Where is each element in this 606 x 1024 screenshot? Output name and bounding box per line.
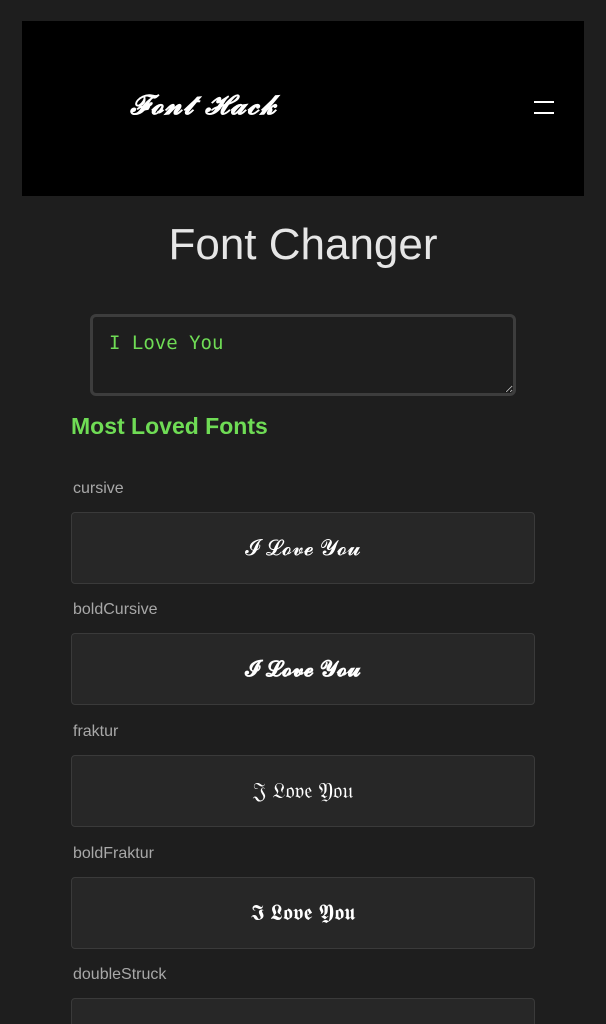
font-card-fraktur[interactable]: 𝔍 𝔏𝔬𝔳𝔢 𝔜𝔬𝔲 (71, 755, 535, 827)
site-header: 𝓕𝓸𝓷𝓽 𝓗𝓪𝓬𝓴 (22, 21, 584, 196)
hamburger-menu-icon[interactable] (534, 99, 556, 117)
font-card-bold-cursive[interactable]: 𝓘 𝓛𝓸𝓿𝓮 𝓨𝓸𝓾 (71, 633, 535, 705)
font-label: cursive (73, 480, 124, 497)
menu-bar-top (534, 101, 554, 103)
font-label: fraktur (73, 723, 119, 740)
page: 𝓕𝓸𝓷𝓽 𝓗𝓪𝓬𝓴 Font Changer I Love You Most L… (0, 0, 606, 1024)
font-item-cursive: cursive 𝓘 𝓛𝓸𝓿𝓮 𝓨𝓸𝓾 (71, 480, 535, 584)
site-logo[interactable]: 𝓕𝓸𝓷𝓽 𝓗𝓪𝓬𝓴 (130, 90, 277, 122)
font-card-bold-fraktur[interactable]: 𝕴 𝕷𝖔𝖛𝖊 𝖄𝖔𝖚 (71, 877, 535, 949)
font-card-double-struck[interactable]: 𝕀 𝕃𝕠𝕧𝕖 𝕐𝕠𝕦 (71, 998, 535, 1024)
font-item-double-struck: doubleStruck 𝕀 𝕃𝕠𝕧𝕖 𝕐𝕠𝕦 (71, 966, 535, 1024)
menu-bar-bottom (534, 112, 554, 114)
font-item-bold-cursive: boldCursive 𝓘 𝓛𝓸𝓿𝓮 𝓨𝓸𝓾 (71, 601, 535, 705)
font-item-fraktur: fraktur 𝔍 𝔏𝔬𝔳𝔢 𝔜𝔬𝔲 (71, 723, 535, 827)
font-label: doubleStruck (73, 966, 167, 983)
section-title: Most Loved Fonts (71, 413, 268, 439)
font-label: boldCursive (73, 601, 158, 618)
font-label: boldFraktur (73, 845, 154, 862)
page-title: Font Changer (168, 220, 438, 269)
font-card-cursive[interactable]: 𝓘 𝓛𝓸𝓿𝓮 𝓨𝓸𝓾 (71, 512, 535, 584)
text-input[interactable]: I Love You (90, 314, 516, 396)
font-item-bold-fraktur: boldFraktur 𝕴 𝕷𝖔𝖛𝖊 𝖄𝖔𝖚 (71, 845, 535, 949)
